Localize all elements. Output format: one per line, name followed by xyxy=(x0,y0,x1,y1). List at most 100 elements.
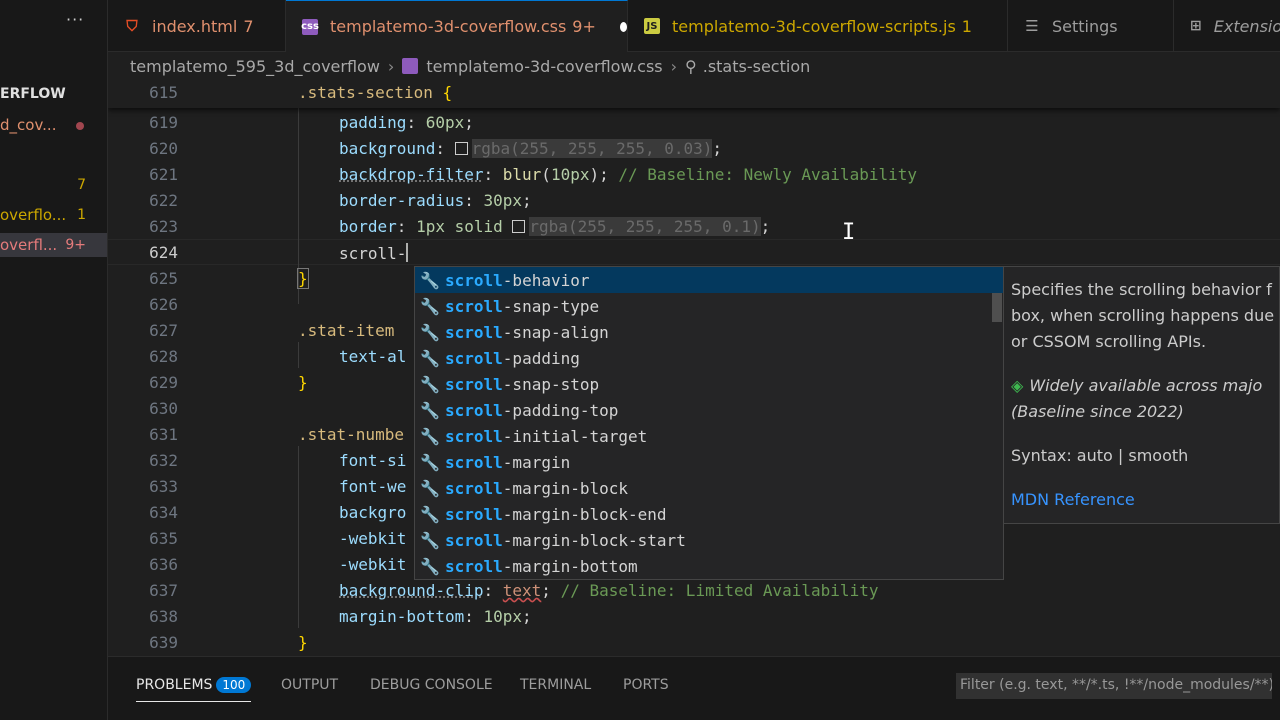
suggestion-item[interactable]: 🔧 scroll-padding xyxy=(415,345,1003,371)
explorer-sidebar: ··· ERFLOW d_cov... 7 overflo... 1 overf… xyxy=(0,0,108,720)
css-icon xyxy=(402,58,419,74)
semicolon: ; xyxy=(522,191,532,210)
suggestion-item-selected[interactable]: 🔧 scroll-behavior xyxy=(415,267,1003,293)
line-number: 635 xyxy=(149,529,178,548)
css-property: text-al xyxy=(339,347,407,366)
current-line-highlight xyxy=(108,239,1280,265)
property-wrench-icon: 🔧 xyxy=(420,296,440,316)
problem-count-badge: 9+ xyxy=(65,237,86,253)
brace: } xyxy=(297,268,309,289)
symbol-selector-icon: ⚲ xyxy=(685,56,697,76)
explorer-file-selected[interactable]: overfl... 9+ xyxy=(0,233,107,257)
tab-problem-count: 9+ xyxy=(572,17,596,36)
suggestion-match-highlight: scroll xyxy=(445,426,503,446)
line-number: 625 xyxy=(149,269,178,288)
suggestion-remainder: -padding xyxy=(502,348,580,368)
autocomplete-suggestion-list[interactable]: 🔧 scroll-behavior 🔧 scroll-snap-type 🔧 scroll… xyxy=(414,266,1004,580)
breadcrumb-file[interactable]: templatemo-3d-coverflow.css xyxy=(426,57,662,76)
property-wrench-icon: 🔧 xyxy=(420,400,440,420)
suggestion-match-highlight: scroll xyxy=(445,374,503,394)
semicolon: ; xyxy=(464,113,474,132)
line-number: 621 xyxy=(149,165,178,184)
suggestion-remainder: -margin-bottom xyxy=(502,556,638,576)
suggestion-item[interactable]: 🔧 scroll-snap-type xyxy=(415,293,1003,319)
code-line: font-we xyxy=(339,477,406,496)
explorer-file[interactable]: overflo... 1 xyxy=(0,203,107,227)
suggestion-label: scroll-padding xyxy=(445,349,580,368)
chevron-right-icon: › xyxy=(387,56,395,76)
explorer-file-label: d_cov... xyxy=(0,116,57,134)
suggestion-item[interactable]: 🔧 scroll-margin-block-start xyxy=(415,527,1003,553)
code-line: } xyxy=(298,373,308,392)
line-number: 636 xyxy=(149,555,178,574)
line-number: 629 xyxy=(149,373,178,392)
suggestion-match-highlight: scroll xyxy=(445,348,503,368)
line-number: 634 xyxy=(149,503,178,522)
more-actions-icon[interactable]: ··· xyxy=(66,10,84,29)
tab-debug-console[interactable]: DEBUG CONSOLE xyxy=(370,677,493,693)
line-number: 632 xyxy=(149,451,178,470)
line-number: 638 xyxy=(149,607,178,626)
property-wrench-icon: 🔧 xyxy=(420,374,440,394)
property-wrench-icon: 🔧 xyxy=(420,556,440,576)
suggestion-item[interactable]: 🔧 scroll-snap-stop xyxy=(415,371,1003,397)
suggestion-remainder: -snap-stop xyxy=(502,374,600,394)
modified-dot-icon xyxy=(76,122,84,130)
suggestion-item[interactable]: 🔧 scroll-margin-bottom xyxy=(415,553,1003,579)
code-line: } xyxy=(297,268,309,289)
explorer-file[interactable]: 7 xyxy=(0,173,107,197)
code-line: -webkit xyxy=(339,529,406,548)
tab-css-file[interactable]: css templatemo-3d-coverflow.css 9+ xyxy=(286,0,628,52)
tab-terminal[interactable]: TERMINAL xyxy=(520,677,591,693)
css-property: font-si xyxy=(339,451,407,470)
syntax-info: Syntax: auto | smooth xyxy=(1011,446,1189,465)
suggestion-label: scroll-margin-block-end xyxy=(445,505,667,524)
suggestion-item[interactable]: 🔧 scroll-margin xyxy=(415,449,1003,475)
css-value: 1px solid xyxy=(416,217,503,236)
extensions-icon: ⊞ xyxy=(1190,18,1202,34)
line-number: 622 xyxy=(149,191,178,210)
suggestion-item[interactable]: 🔧 scroll-snap-align xyxy=(415,319,1003,345)
breadcrumb-folder[interactable]: templatemo_595_3d_coverflow xyxy=(130,57,380,76)
explorer-file[interactable]: d_cov... xyxy=(0,113,107,137)
line-number: 627 xyxy=(149,321,178,340)
css-icon: css xyxy=(301,18,319,35)
tab-ports[interactable]: PORTS xyxy=(623,677,669,693)
mdn-reference-link[interactable]: MDN Reference xyxy=(1011,487,1279,513)
css-property: backgro xyxy=(339,503,407,522)
suggestion-item[interactable]: 🔧 scroll-padding-top xyxy=(415,397,1003,423)
code-line: backgro xyxy=(339,503,406,522)
suggestion-item[interactable]: 🔧 scroll-initial-target xyxy=(415,423,1003,449)
css-property: font-we xyxy=(339,477,407,496)
tab-problems[interactable]: PROBLEMS 100 xyxy=(136,677,252,702)
tab-settings[interactable]: ☰ Settings xyxy=(1008,0,1174,52)
tab-extensions[interactable]: ⊞ Extensio xyxy=(1174,0,1280,52)
property-wrench-icon: 🔧 xyxy=(420,478,440,498)
css-property: -webkit xyxy=(339,555,407,574)
property-wrench-icon: 🔧 xyxy=(420,452,440,472)
color-swatch-icon[interactable] xyxy=(454,142,468,155)
css-selector: .stat-numbe xyxy=(298,425,404,444)
sticky-scroll-header[interactable]: 615 .stats-section { xyxy=(108,80,1280,108)
color-swatch-icon[interactable] xyxy=(512,220,526,233)
line-number: 619 xyxy=(149,113,178,132)
suggestion-item[interactable]: 🔧 scroll-margin-block-end xyxy=(415,501,1003,527)
explorer-folder-header[interactable]: ERFLOW xyxy=(0,86,66,102)
tab-index-html[interactable]: ⛉ index.html 7 xyxy=(108,0,286,52)
suggestion-match-highlight: scroll xyxy=(445,556,503,576)
bottom-panel: PROBLEMS 100 OUTPUT DEBUG CONSOLE TERMINA… xyxy=(108,656,1280,720)
tab-output[interactable]: OUTPUT xyxy=(281,677,338,693)
typed-text: scroll- xyxy=(339,244,407,263)
brace: } xyxy=(298,373,308,392)
suggestion-label: scroll-behavior xyxy=(445,271,590,290)
suggestion-label: scroll-snap-type xyxy=(445,297,599,316)
breadcrumb-symbol[interactable]: .stats-section xyxy=(703,57,811,76)
unsaved-dot-icon[interactable] xyxy=(619,21,627,32)
tab-js-file[interactable]: JS templatemo-3d-coverflow-scripts.js 1 xyxy=(628,0,1008,52)
suggestion-item[interactable]: 🔧 scroll-margin-block xyxy=(415,475,1003,501)
suggestion-match-highlight: scroll xyxy=(445,452,503,472)
css-property: -webkit xyxy=(339,529,407,548)
code-line: padding: 60px; xyxy=(339,113,474,132)
problems-filter-input[interactable]: Filter (e.g. text, **/*.ts, !**/node_mod… xyxy=(956,673,1272,699)
code-comment: // Baseline: Newly Availability xyxy=(618,165,917,184)
